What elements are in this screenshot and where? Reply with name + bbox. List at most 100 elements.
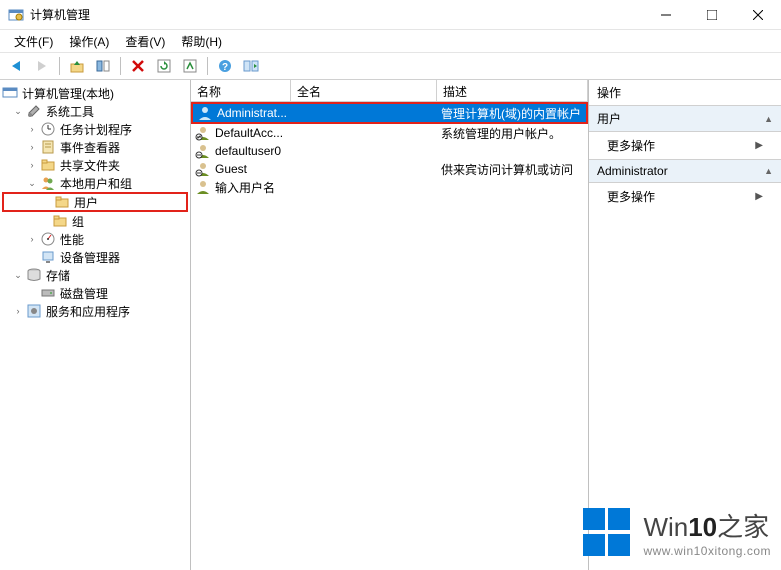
actions-pane: 操作 用户 ▲ 更多操作 ▶ Administrator ▲ 更多操作 ▶ <box>589 80 781 570</box>
tree-label: 性能 <box>60 231 84 248</box>
close-button[interactable] <box>735 0 781 30</box>
menu-file[interactable]: 文件(F) <box>6 31 61 52</box>
titlebar: 计算机管理 <box>0 0 781 30</box>
user-icon <box>195 179 211 195</box>
section-label: Administrator <box>597 164 668 178</box>
clock-icon <box>40 121 56 137</box>
tree-label: 系统工具 <box>46 103 94 120</box>
watermark-url: www.win10xitong.com <box>643 544 771 558</box>
expand-icon[interactable]: › <box>26 233 38 245</box>
svg-text:?: ? <box>222 62 228 73</box>
expand-icon[interactable]: › <box>26 123 38 135</box>
action-more-admin[interactable]: 更多操作 ▶ <box>589 183 781 210</box>
tree-pane: 计算机管理(本地) ⌄ 系统工具 › 任务计划程序 › 事件查看器 › 共享文件… <box>0 80 191 570</box>
user-disabled-icon <box>195 125 211 141</box>
refresh-button[interactable] <box>152 54 176 78</box>
cell-desc: 管理计算机(域)的内置帐户 <box>437 105 586 122</box>
tree-groups[interactable]: 组 <box>2 212 188 230</box>
tree-label: 本地用户和组 <box>60 175 132 192</box>
actions-section-users[interactable]: 用户 ▲ <box>589 106 781 132</box>
expand-icon[interactable]: › <box>26 141 38 153</box>
tree-label: 磁盘管理 <box>60 285 108 302</box>
tree-task-scheduler[interactable]: › 任务计划程序 <box>2 120 188 138</box>
action-label: 更多操作 <box>607 137 655 154</box>
action-label: 更多操作 <box>607 188 655 205</box>
window-title: 计算机管理 <box>30 6 643 23</box>
performance-icon <box>40 231 56 247</box>
windows-logo-icon <box>583 508 633 558</box>
computer-mgmt-icon <box>2 85 18 101</box>
forward-button[interactable] <box>30 54 54 78</box>
action-more-users[interactable]: 更多操作 ▶ <box>589 132 781 159</box>
storage-icon <box>26 267 42 283</box>
list-row[interactable]: 输入用户名 <box>191 178 588 196</box>
expand-icon[interactable]: › <box>12 305 24 317</box>
tree-system-tools[interactable]: ⌄ 系统工具 <box>2 102 188 120</box>
tree-root[interactable]: 计算机管理(本地) <box>2 84 188 102</box>
tree-shared-folders[interactable]: › 共享文件夹 <box>2 156 188 174</box>
back-button[interactable] <box>4 54 28 78</box>
properties-button[interactable] <box>91 54 115 78</box>
cell-name: Guest <box>215 162 247 176</box>
collapse-icon[interactable]: ⌄ <box>12 269 24 281</box>
collapse-icon[interactable]: ▲ <box>764 114 773 124</box>
list-row[interactable]: defaultuser0 <box>191 142 588 160</box>
cell-desc: 系统管理的用户帐户。 <box>437 125 588 142</box>
event-icon <box>40 139 56 155</box>
minimize-button[interactable] <box>643 0 689 30</box>
list-header: 名称 全名 描述 <box>191 80 588 102</box>
column-fullname[interactable]: 全名 <box>291 80 437 101</box>
maximize-button[interactable] <box>689 0 735 30</box>
tree-event-viewer[interactable]: › 事件查看器 <box>2 138 188 156</box>
show-hide-button[interactable] <box>239 54 263 78</box>
menu-help[interactable]: 帮助(H) <box>173 31 230 52</box>
users-icon <box>40 175 56 191</box>
collapse-icon[interactable]: ▲ <box>764 166 773 176</box>
menubar: 文件(F) 操作(A) 查看(V) 帮助(H) <box>0 30 781 52</box>
arrow-right-icon: ▶ <box>755 191 763 202</box>
tree-device-manager[interactable]: 设备管理器 <box>2 248 188 266</box>
help-button[interactable]: ? <box>213 54 237 78</box>
menu-action[interactable]: 操作(A) <box>61 31 117 52</box>
tree-label: 组 <box>72 213 84 230</box>
tree-label: 事件查看器 <box>60 139 120 156</box>
section-label: 用户 <box>597 110 621 127</box>
column-description[interactable]: 描述 <box>437 80 588 101</box>
tree-disk-mgmt[interactable]: 磁盘管理 <box>2 284 188 302</box>
arrow-right-icon: ▶ <box>755 140 763 151</box>
user-disabled-icon <box>195 143 211 159</box>
cell-name: DefaultAcc... <box>215 126 283 140</box>
user-icon <box>197 105 213 121</box>
menu-view[interactable]: 查看(V) <box>117 31 173 52</box>
watermark: Win10之家 www.win10xitong.com <box>583 507 771 558</box>
expand-icon[interactable]: › <box>26 159 38 171</box>
tree-label: 计算机管理(本地) <box>22 85 114 102</box>
list-row[interactable]: DefaultAcc... 系统管理的用户帐户。 <box>191 124 588 142</box>
list-row[interactable]: Guest 供来宾访问计算机或访问 <box>191 160 588 178</box>
cell-name: 输入用户名 <box>215 179 275 196</box>
shared-folder-icon <box>40 157 56 173</box>
watermark-brand: Win10之家 <box>643 507 771 544</box>
collapse-icon[interactable]: ⌄ <box>12 105 24 117</box>
app-icon <box>8 7 24 23</box>
delete-button[interactable] <box>126 54 150 78</box>
export-button[interactable] <box>178 54 202 78</box>
tree-local-users[interactable]: ⌄ 本地用户和组 <box>2 174 188 192</box>
actions-section-admin[interactable]: Administrator ▲ <box>589 159 781 183</box>
toolbar: ? <box>0 52 781 80</box>
tree-storage[interactable]: ⌄ 存储 <box>2 266 188 284</box>
tree-services-apps[interactable]: › 服务和应用程序 <box>2 302 188 320</box>
tree-label: 设备管理器 <box>60 249 120 266</box>
tree-performance[interactable]: › 性能 <box>2 230 188 248</box>
cell-desc: 供来宾访问计算机或访问 <box>437 161 588 178</box>
column-name[interactable]: 名称 <box>191 80 291 101</box>
tree-users[interactable]: 用户 <box>2 192 188 212</box>
collapse-icon[interactable]: ⌄ <box>26 177 38 189</box>
cell-name: Administrat... <box>217 106 287 120</box>
tree-label: 存储 <box>46 267 70 284</box>
user-disabled-icon <box>195 161 211 177</box>
tree-label: 共享文件夹 <box>60 157 120 174</box>
list-body: Administrat... 管理计算机(域)的内置帐户 DefaultAcc.… <box>191 102 588 570</box>
up-level-button[interactable] <box>65 54 89 78</box>
list-row[interactable]: Administrat... 管理计算机(域)的内置帐户 <box>191 102 588 124</box>
